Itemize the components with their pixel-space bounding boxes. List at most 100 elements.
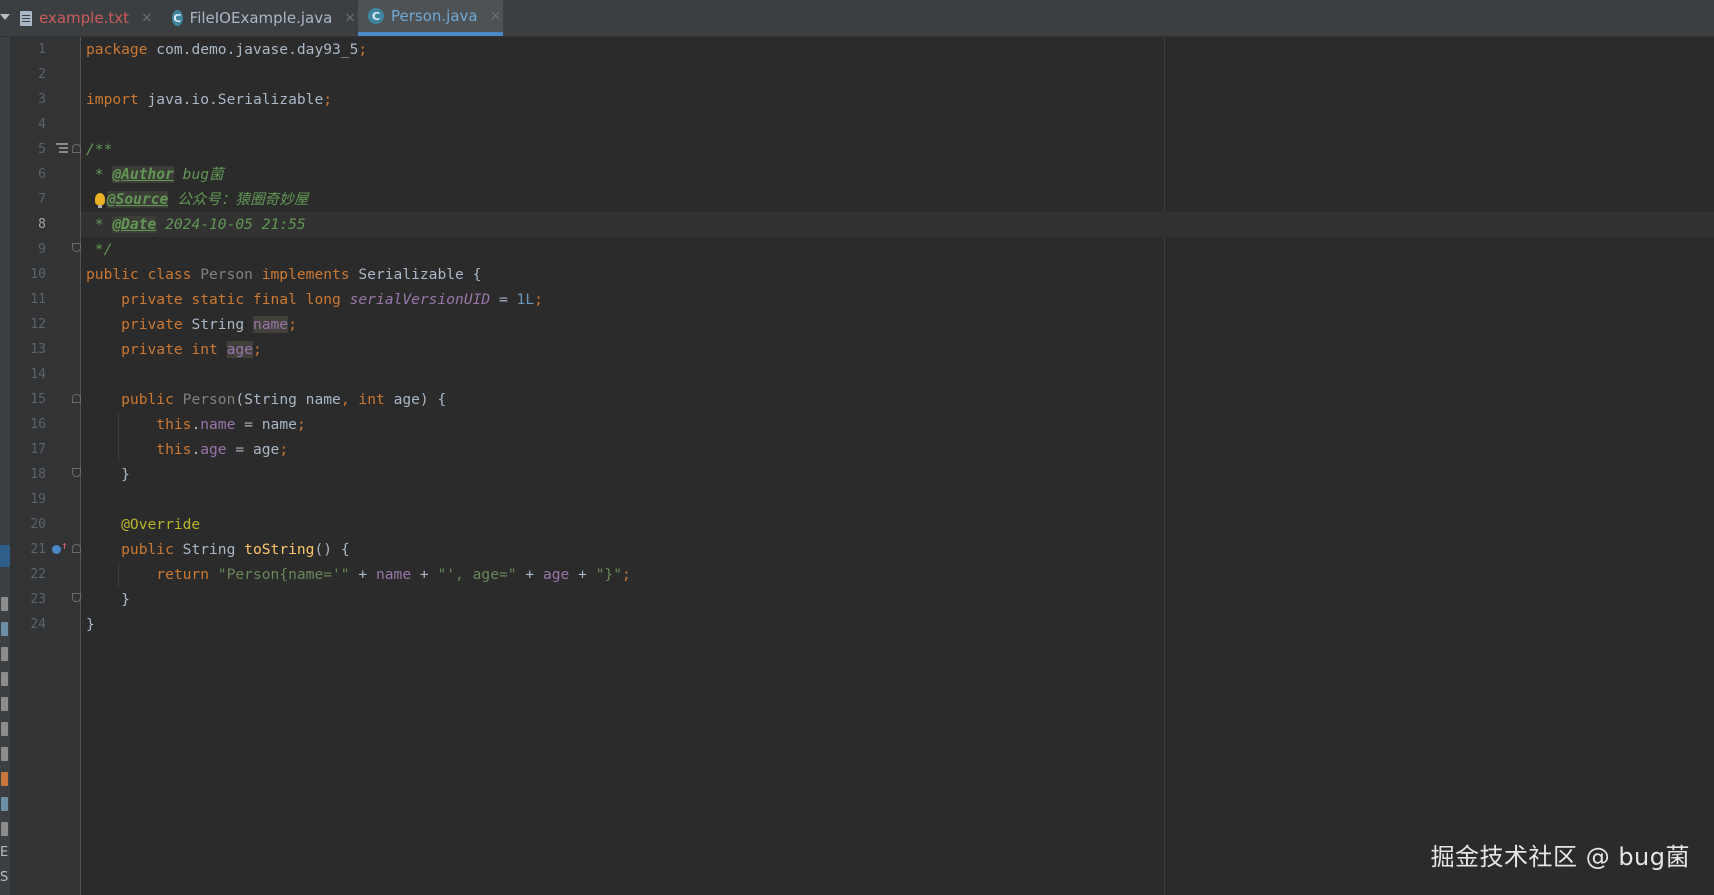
code-line-11[interactable]: private static final long serialVersionU… [81,287,1714,312]
code-line-8-current[interactable]: * @Date 2024-10-05 21:55 [81,212,1714,237]
code-line-10[interactable]: public class Person implements Serializa… [81,262,1714,287]
line-number: 21 [30,542,46,557]
tab-list-dropdown-icon[interactable] [0,14,10,20]
java-class-icon: C [368,8,384,24]
tab-example-txt[interactable]: example.txt × [20,0,170,36]
string-literal: "', age=" [437,566,517,583]
line-number: 20 [30,517,46,532]
tool-window-icon[interactable] [1,622,8,636]
code-line-5[interactable]: /** [81,137,1714,162]
code-line-1[interactable]: package com.demo.javase.day93_5; [81,37,1714,62]
code-line-7[interactable]: @Source 公众号：猿圈奇妙屋 [81,187,1714,212]
code-line-9[interactable]: */ [81,237,1714,262]
tool-window-icon[interactable] [1,647,8,661]
line-number: 1 [38,42,46,57]
fold-icon[interactable] [72,544,81,553]
tool-strip-letter[interactable]: E [0,845,8,860]
code-line-22[interactable]: return "Person{name='" + name + "', age=… [81,562,1714,587]
code-line-13[interactable]: private int age; [81,337,1714,362]
type-name: String [173,541,245,558]
keyword: import [86,91,139,108]
tool-window-icon[interactable] [1,772,8,786]
line-number: 15 [30,392,46,407]
type-name: String [182,316,253,333]
fold-icon[interactable] [72,593,81,602]
string-literal: "}" [595,566,622,583]
override-method-icon[interactable] [52,539,68,554]
line-number: 18 [30,467,46,482]
keyword: public class [86,266,192,283]
line-number: 2 [38,67,46,82]
code-text: Serializable { [349,266,482,283]
code-text: = age [226,441,280,458]
field-name: age [200,441,227,458]
tool-window-icon[interactable] [1,822,8,836]
code-line-17[interactable]: this.age = age; [81,437,1714,462]
tool-strip-letter[interactable]: S [0,870,8,885]
tool-window-icon[interactable] [1,797,8,811]
lightbulb-icon[interactable] [94,193,105,208]
code-line-23[interactable]: } [81,587,1714,612]
code-line-12[interactable]: private String name; [81,312,1714,337]
parameter: (String name [235,391,341,408]
tool-window-icon[interactable] [1,747,8,761]
code-line-20[interactable]: @Override [81,512,1714,537]
code-line-15[interactable]: public Person(String name, int age) { [81,387,1714,412]
semicolon: ; [296,416,306,433]
tool-window-icon[interactable] [1,722,8,736]
javadoc-prefix: * [86,216,113,233]
field-name: name [200,416,236,433]
line-number: 4 [38,117,46,132]
line-number: 9 [38,242,46,257]
tab-person-java[interactable]: C Person.java × [358,0,503,36]
tool-window-icon[interactable] [1,697,8,711]
keyword: public [86,541,174,558]
code-line-21[interactable]: public String toString() { [81,537,1714,562]
javadoc-value: bug菌 [173,166,224,183]
javadoc-value: 2024-10-05 21:55 [156,216,306,233]
operator: + [516,566,543,583]
number-literal: 1L [516,291,535,308]
method-name: toString [244,541,315,558]
code-line-6[interactable]: * @Author bug菌 [81,162,1714,187]
constructor-name: Person [173,391,236,408]
close-icon[interactable]: × [141,10,153,26]
annotation: @Override [86,516,201,533]
code-text: } [86,616,95,633]
keyword: return [86,566,210,583]
javadoc-open: /** [86,141,113,158]
javadoc-value: 公众号：猿圈奇妙屋 [168,191,309,208]
comma: , [340,391,350,408]
code-editor[interactable]: package com.demo.javase.day93_5; import … [81,37,1714,895]
rendered-doc-toggle-icon[interactable] [56,143,68,153]
tool-window-icon[interactable] [1,672,8,686]
line-number: 11 [30,292,46,307]
javadoc-prefix: * [86,166,113,183]
close-icon[interactable]: × [490,8,502,24]
line-number: 10 [30,267,46,282]
semicolon: ; [358,41,368,58]
static-field: serialVersionUID [340,291,491,308]
tab-fileioexample-java[interactable]: C FileIOExample.java × [172,0,356,36]
semicolon: ; [622,566,631,583]
line-number: 24 [30,617,46,632]
code-line-16[interactable]: this.name = name; [81,412,1714,437]
keyword: private static final long [86,291,341,308]
fold-icon[interactable] [72,144,81,153]
text-file-icon [20,10,32,26]
package-name: com.demo.javase.day93_5 [147,41,359,58]
keyword: this [86,441,192,458]
fold-icon[interactable] [72,243,81,252]
line-number: 16 [30,417,46,432]
line-number: 5 [38,142,46,157]
fold-icon[interactable] [72,394,81,403]
line-number: 12 [30,317,46,332]
java-class-icon: C [172,10,183,26]
fold-icon[interactable] [72,468,81,477]
code-line-18[interactable]: } [81,462,1714,487]
tool-window-icon[interactable] [1,597,8,611]
javadoc-close: */ [86,241,113,258]
code-line-24[interactable]: } [81,612,1714,637]
code-line-3[interactable]: import java.io.Serializable; [81,87,1714,112]
close-icon[interactable]: × [344,10,356,26]
